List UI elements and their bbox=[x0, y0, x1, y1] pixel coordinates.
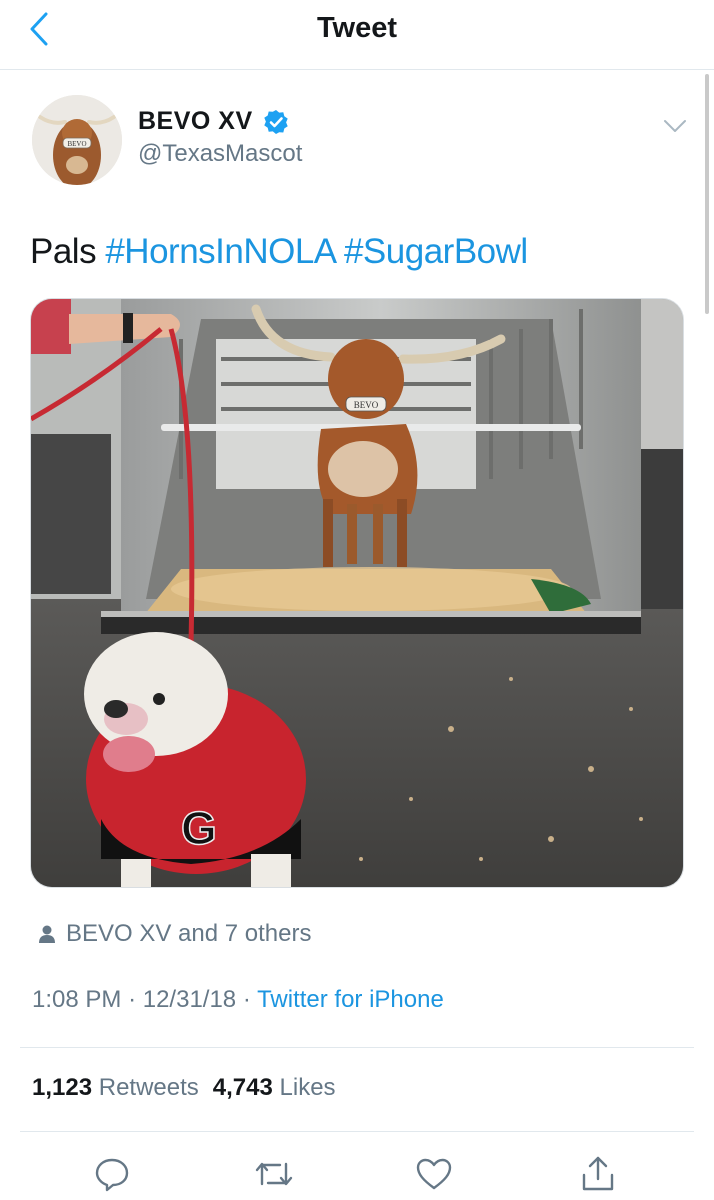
retweet-icon bbox=[255, 1162, 293, 1186]
avatar-collar-text: BEVO bbox=[67, 140, 86, 148]
author-handle[interactable]: @TexasMascot bbox=[138, 140, 302, 168]
longhorn-collar-text: BEVO bbox=[354, 400, 379, 410]
social-context-text: BEVO XV and 7 others bbox=[66, 920, 312, 947]
page-title: Tweet bbox=[316, 12, 398, 44]
divider bbox=[20, 1047, 694, 1048]
retweets-label: Retweets bbox=[98, 1074, 199, 1101]
tweet-source-link[interactable]: Twitter for iPhone bbox=[257, 986, 444, 1013]
divider bbox=[20, 1131, 694, 1132]
reply-icon bbox=[95, 1158, 129, 1192]
longhorn-avatar-image: BEVO bbox=[32, 95, 122, 185]
tweet-text: Pals #HornsInNOLA #SugarBowl bbox=[30, 232, 528, 272]
retweet-button[interactable] bbox=[254, 1154, 294, 1194]
meta-separator: · bbox=[242, 986, 251, 1013]
like-button[interactable] bbox=[414, 1154, 454, 1194]
top-nav-bar: Tweet bbox=[0, 0, 714, 70]
hashtag-link[interactable]: #HornsInNOLA bbox=[105, 232, 335, 271]
author-avatar[interactable]: BEVO bbox=[32, 95, 122, 185]
tweet-text-prefix: Pals bbox=[30, 232, 97, 271]
tweet-stats-row: 1,123 Retweets 4,743 Likes bbox=[32, 1074, 336, 1102]
social-context-row[interactable]: BEVO XV and 7 others bbox=[38, 920, 311, 948]
like-icon bbox=[416, 1158, 452, 1190]
tweet-timestamp-row: 1:08 PM · 12/31/18 · Twitter for iPhone bbox=[32, 986, 444, 1014]
scrollbar[interactable] bbox=[705, 74, 709, 314]
author-name-row[interactable]: BEVO XV bbox=[138, 107, 289, 136]
likes-stat[interactable]: 4,743 Likes bbox=[213, 1074, 336, 1102]
chevron-down-icon bbox=[664, 120, 686, 132]
share-icon bbox=[582, 1156, 614, 1191]
likes-label: Likes bbox=[279, 1074, 336, 1101]
verified-badge-icon bbox=[263, 109, 289, 135]
tweet-action-bar bbox=[0, 1150, 714, 1200]
bulldog-and-longhorn-photo: BEVO G bbox=[31, 299, 683, 887]
tweet-media-photo[interactable]: BEVO G bbox=[30, 298, 684, 888]
tweet-time: 1:08 PM bbox=[32, 986, 122, 1013]
share-button[interactable] bbox=[578, 1154, 618, 1194]
person-icon bbox=[39, 925, 55, 943]
author-display-name[interactable]: BEVO XV bbox=[138, 107, 253, 136]
hashtag-link[interactable]: #SugarBowl bbox=[344, 232, 528, 271]
meta-separator: · bbox=[128, 986, 137, 1013]
tweet-options-button[interactable] bbox=[660, 112, 690, 140]
retweets-count: 1,123 bbox=[32, 1074, 93, 1101]
retweets-stat[interactable]: 1,123 Retweets bbox=[32, 1074, 199, 1102]
reply-button[interactable] bbox=[92, 1154, 132, 1194]
tweet-date: 12/31/18 bbox=[142, 986, 237, 1013]
svg-text:G: G bbox=[181, 802, 217, 854]
likes-count: 4,743 bbox=[212, 1074, 273, 1101]
